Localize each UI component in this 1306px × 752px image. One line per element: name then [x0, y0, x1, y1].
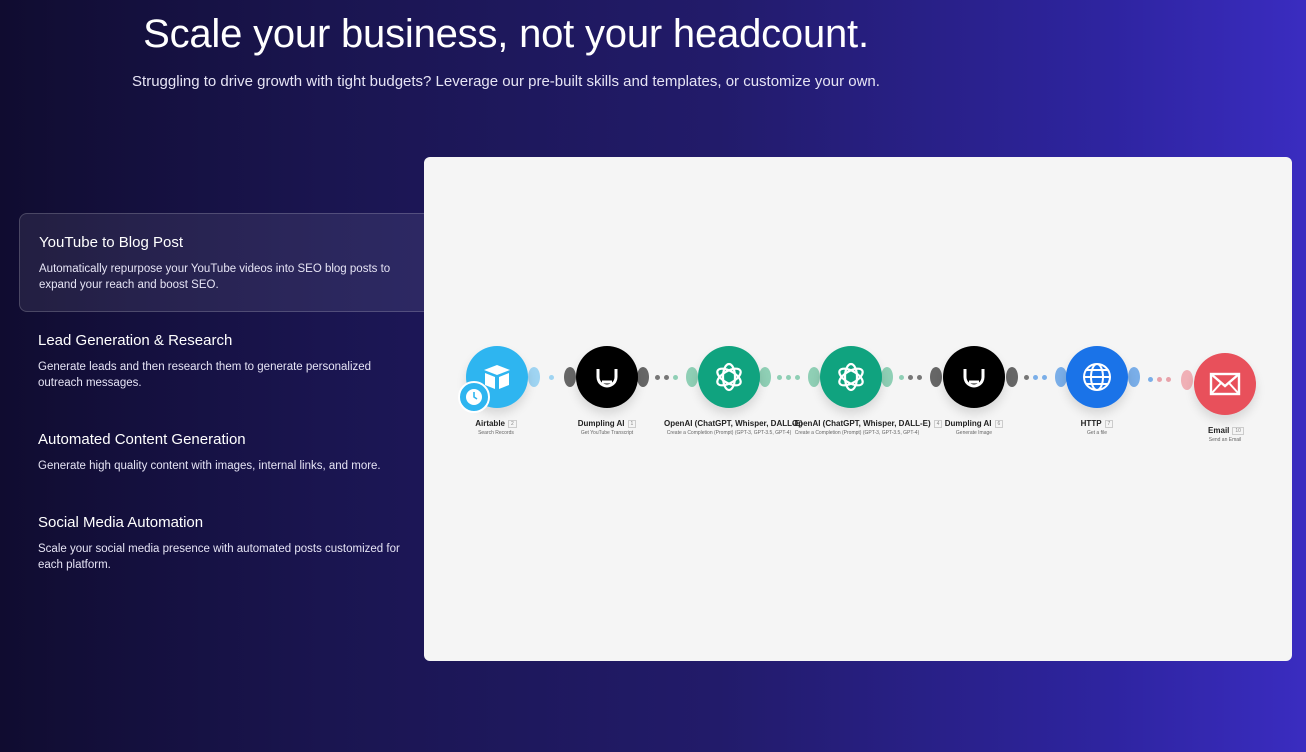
- connector-dot: [1166, 377, 1171, 382]
- feature-description: Generate high quality content with image…: [38, 460, 381, 472]
- connector-dot: [1157, 377, 1162, 382]
- feature-description: Automatically repurpose your YouTube vid…: [39, 263, 391, 291]
- connector-handle: [1181, 370, 1193, 390]
- node-label: OpenAI (ChatGPT, Whisper, DALL-E): [664, 419, 803, 428]
- connector-dot: [917, 375, 922, 380]
- connector-dot: [664, 375, 669, 380]
- feature-item-youtube-to-blog[interactable]: YouTube to Blog Post Automatically repur…: [19, 213, 425, 312]
- node-action: Get YouTube Transcript: [580, 430, 634, 436]
- dumpling-ai-icon: [596, 369, 618, 388]
- node-action: Generate Image: [955, 430, 993, 436]
- node-label: Airtable 2: [460, 419, 532, 428]
- connector-dot: [1033, 375, 1038, 380]
- connector-handle: [1128, 367, 1140, 387]
- workflow-node-openai[interactable]: [698, 346, 760, 408]
- node-label: Dumpling AI 6: [929, 419, 1019, 428]
- workflow-node-email[interactable]: [1194, 353, 1256, 415]
- node-action: Search Records: [478, 430, 514, 436]
- connector-handle: [1006, 367, 1018, 387]
- connector-handle: [808, 367, 820, 387]
- connector-dot: [795, 375, 800, 380]
- node-label: HTTP 7: [1062, 419, 1132, 428]
- workflow-node-openai-2[interactable]: [820, 346, 882, 408]
- node-label: OpenAI (ChatGPT, Whisper, DALL-E) 4: [792, 419, 943, 428]
- feature-title: YouTube to Blog Post: [39, 234, 183, 251]
- connector-handle: [564, 367, 576, 387]
- feature-description: Generate leads and then research them to…: [38, 361, 372, 389]
- openai-icon: [716, 362, 742, 392]
- feature-title: Lead Generation & Research: [38, 332, 233, 349]
- connector-dot: [786, 375, 791, 380]
- connector-dot: [655, 375, 660, 380]
- connector-dot: [1148, 377, 1153, 382]
- connector-dot: [908, 375, 913, 380]
- node-action: Create a Completion (Prompt) (GPT-3, GPT…: [794, 430, 920, 436]
- connector-handle: [528, 367, 540, 387]
- connector-dot: [549, 375, 554, 380]
- node-action: Send an Email: [1208, 437, 1242, 443]
- node-label: Dumpling AI 1: [562, 419, 652, 428]
- connector-handle: [686, 367, 698, 387]
- node-action: Get a file: [1086, 430, 1107, 436]
- workflow-canvas: Airtable 2 Search Records Dumpling AI 1 Ge…: [424, 157, 1292, 661]
- feature-item-social-media[interactable]: Social Media Automation Scale your socia…: [19, 494, 425, 593]
- node-label: Email 10: [1192, 426, 1260, 435]
- feature-item-content-generation[interactable]: Automated Content Generation Generate hi…: [19, 411, 425, 494]
- connector-handle: [759, 367, 771, 387]
- schedule-clock-icon[interactable]: [458, 381, 490, 413]
- connector-dot: [1024, 375, 1029, 380]
- feature-description: Scale your social media presence with au…: [38, 543, 400, 571]
- feature-list: YouTube to Blog Post Automatically repur…: [19, 213, 425, 593]
- connector-dot: [673, 375, 678, 380]
- connector-handle: [637, 367, 649, 387]
- connector-handle: [930, 367, 942, 387]
- openai-icon: [838, 362, 864, 392]
- hero-title: Scale your business, not your headcount.: [143, 12, 869, 56]
- connector-dot: [777, 375, 782, 380]
- globe-icon: [1083, 363, 1111, 391]
- connector-dot: [1042, 375, 1047, 380]
- workflow-node-dumpling-ai[interactable]: [576, 346, 638, 408]
- envelope-icon: [1209, 372, 1241, 396]
- connector-handle: [881, 367, 893, 387]
- connector-dot: [899, 375, 904, 380]
- feature-title: Automated Content Generation: [38, 431, 246, 448]
- workflow-node-http[interactable]: [1066, 346, 1128, 408]
- node-action: Create a Completion (Prompt) (GPT-3, GPT…: [666, 430, 792, 436]
- workflow-node-dumpling-ai-2[interactable]: [943, 346, 1005, 408]
- feature-title: Social Media Automation: [38, 514, 204, 531]
- feature-item-lead-generation[interactable]: Lead Generation & Research Generate lead…: [19, 312, 425, 411]
- hero-subtitle: Struggling to drive growth with tight bu…: [132, 73, 880, 90]
- dumpling-ai-icon: [963, 369, 985, 388]
